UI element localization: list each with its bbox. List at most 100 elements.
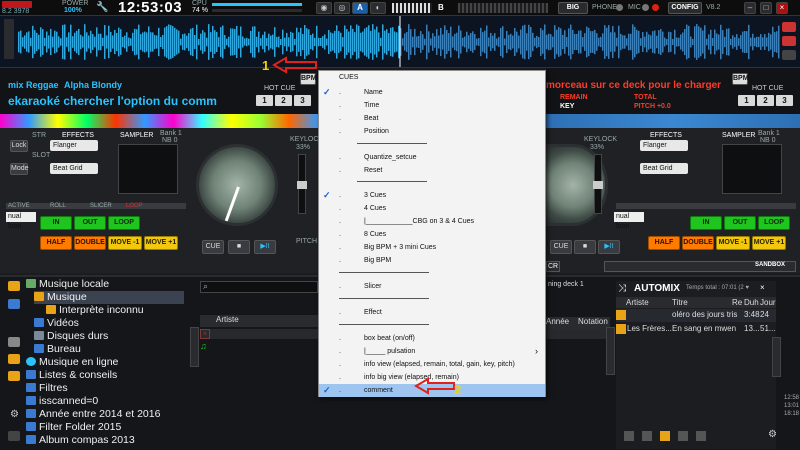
automix-col-dur[interactable]: Duh	[744, 297, 759, 309]
menu-item-box-beat[interactable]: . box beat (on/off)	[319, 332, 545, 345]
menu-item-4-cues[interactable]: . 4 Cues	[319, 202, 545, 215]
automix-remove-icon[interactable]	[642, 431, 652, 441]
left-tab-active[interactable]: ACTIVE	[8, 203, 30, 209]
left-jog-wheel[interactable]	[196, 144, 278, 226]
sync-icon[interactable]: ◎	[334, 2, 350, 14]
left-pitch-handle[interactable]	[297, 181, 307, 189]
left-loop-button[interactable]: LOOP	[108, 216, 140, 230]
left-loop-in-button[interactable]: IN	[40, 216, 72, 230]
automix-col-title[interactable]: Titre	[672, 297, 688, 309]
file-row-selected[interactable]	[200, 329, 318, 339]
right-loop-out-button[interactable]: OUT	[724, 216, 756, 230]
menu-item-pulsation[interactable]: . |_____ pulsation ›	[319, 345, 545, 358]
left-play-button[interactable]: ▶II	[254, 240, 276, 254]
left-move-minus-button[interactable]: MOVE -1	[108, 236, 142, 250]
automix-close-icon[interactable]: ×	[760, 283, 765, 292]
tree-item-isscanned[interactable]: isscanned=0	[26, 395, 98, 408]
tree-item-local-music[interactable]: Musique locale	[26, 278, 109, 291]
right-pitch-slider[interactable]	[593, 154, 603, 214]
right-double-button[interactable]: DOUBLE	[682, 236, 714, 250]
search-input[interactable]: ⌕	[200, 281, 318, 293]
tree-item-filters[interactable]: Filtres	[26, 382, 68, 395]
close-icon[interactable]: ×	[776, 2, 788, 14]
right-panel-button-3[interactable]	[782, 50, 796, 60]
menu-item-big-bpm[interactable]: . Big BPM	[319, 254, 545, 267]
left-hotcue-1[interactable]: 1	[256, 95, 273, 106]
playlist-icon[interactable]	[8, 299, 20, 309]
menu-item-3-cues[interactable]: ✓. 3 Cues	[319, 189, 545, 202]
tree-item-filter-folder[interactable]: Filter Folder 2015	[26, 421, 121, 434]
column-rating[interactable]: Notation	[578, 317, 608, 326]
tree-item-videos[interactable]: Vidéos	[34, 317, 79, 330]
right-stop-button[interactable]: ■	[574, 240, 596, 254]
menu-item-time[interactable]: . Time	[319, 99, 545, 112]
left-tab-roll[interactable]: ROLL	[50, 203, 66, 209]
tree-item-desktop[interactable]: Bureau	[34, 343, 81, 356]
right-hotcue-3[interactable]: 3	[776, 95, 793, 106]
left-double-button[interactable]: DOUBLE	[74, 236, 106, 250]
column-artist[interactable]: Artiste	[216, 315, 239, 324]
menu-item-reset[interactable]: . Reset	[319, 164, 545, 177]
left-pitch-slider[interactable]	[297, 154, 307, 214]
settings-gear-icon[interactable]: ⚙	[10, 409, 19, 420]
automix-row[interactable]: Les Frères... En sang en mwen 13... 51..…	[616, 323, 776, 336]
automix-col-re[interactable]: Re	[732, 297, 742, 309]
left-loop-out-button[interactable]: OUT	[74, 216, 106, 230]
automix-col-day[interactable]: Jour	[760, 297, 776, 309]
deck-a-button[interactable]: A	[352, 2, 368, 14]
right-hotcue-2[interactable]: 2	[757, 95, 774, 106]
tree-item-year-filter[interactable]: Année entre 2014 et 2016	[26, 408, 160, 421]
tree-item-music[interactable]: Musique	[34, 291, 184, 304]
minimize-icon[interactable]: –	[744, 2, 756, 14]
left-move-plus-button[interactable]: MOVE +1	[144, 236, 178, 250]
eye-icon[interactable]: ◉	[316, 2, 332, 14]
automix-settings-icon[interactable]: ⚙	[768, 429, 777, 440]
left-stop-button[interactable]: ■	[228, 240, 250, 254]
left-effect2-dropdown[interactable]: Beat Grid	[50, 163, 98, 174]
folders-side-tab[interactable]	[190, 327, 199, 367]
config-button[interactable]: CONFIG	[668, 2, 702, 14]
left-loop-field[interactable]: nual loop	[6, 212, 36, 230]
menu-item-8-cues[interactable]: . 8 Cues	[319, 228, 545, 241]
menu-item-position[interactable]: . Position	[319, 125, 545, 138]
right-panel-button-2[interactable]	[782, 36, 796, 46]
big-button[interactable]: BIG	[558, 2, 588, 14]
right-move-minus-button[interactable]: MOVE -1	[716, 236, 750, 250]
expand-icon[interactable]	[8, 431, 20, 441]
left-hotcue-2[interactable]: 2	[275, 95, 292, 106]
menu-item-quantize[interactable]: . Quantize_setcue	[319, 151, 545, 164]
automix-row[interactable]: oléro des jours tris 3:48 24	[616, 309, 776, 322]
automix-add-icon[interactable]	[696, 431, 706, 441]
left-tab-slicer[interactable]: SLICER	[90, 203, 112, 209]
right-play-button[interactable]: ▶II	[598, 240, 620, 254]
right-sampler-pad[interactable]	[722, 144, 782, 194]
sideview-tab[interactable]	[606, 327, 615, 375]
left-tab-loop[interactable]: LOOP	[126, 203, 143, 209]
automix-save-icon[interactable]	[624, 431, 634, 441]
shuffle-icon[interactable]: ⤨	[618, 283, 626, 294]
tree-item-hard-drives[interactable]: Disques durs	[34, 330, 108, 343]
left-mode-button[interactable]: Mode	[10, 163, 29, 175]
menu-item-big-bpm-mini[interactable]: . Big BPM + 3 mini Cues	[319, 241, 545, 254]
music-icon[interactable]	[8, 354, 20, 364]
right-effect1-dropdown[interactable]: Flanger	[640, 140, 688, 151]
refresh-icon[interactable]	[8, 337, 20, 347]
wrench-icon[interactable]: 🔧	[96, 2, 108, 14]
tree-item-album[interactable]: Album compas 2013	[26, 434, 135, 447]
tree-item-online-music[interactable]: Musique en ligne	[26, 356, 118, 369]
right-effect2-dropdown[interactable]: Beat Grid	[640, 163, 688, 174]
right-loop-in-button[interactable]: IN	[690, 216, 722, 230]
cr-button[interactable]: CR	[546, 261, 560, 272]
left-bpm-button[interactable]: BPM	[300, 73, 317, 85]
menu-item-effect[interactable]: . Effect	[319, 306, 545, 319]
left-sampler-pad[interactable]	[118, 144, 178, 194]
left-lock-button[interactable]: Lock	[10, 140, 28, 152]
left-hotcue-3[interactable]: 3	[294, 95, 311, 106]
folder-icon[interactable]	[8, 281, 20, 291]
menu-item-name[interactable]: ✓. Name	[319, 86, 545, 99]
menu-item-beat[interactable]: . Beat	[319, 112, 545, 125]
right-hotcue-1[interactable]: 1	[738, 95, 755, 106]
left-volume-fader[interactable]	[4, 19, 14, 59]
left-effect1-dropdown[interactable]: Flanger	[50, 140, 98, 151]
record-icon[interactable]	[652, 4, 659, 11]
